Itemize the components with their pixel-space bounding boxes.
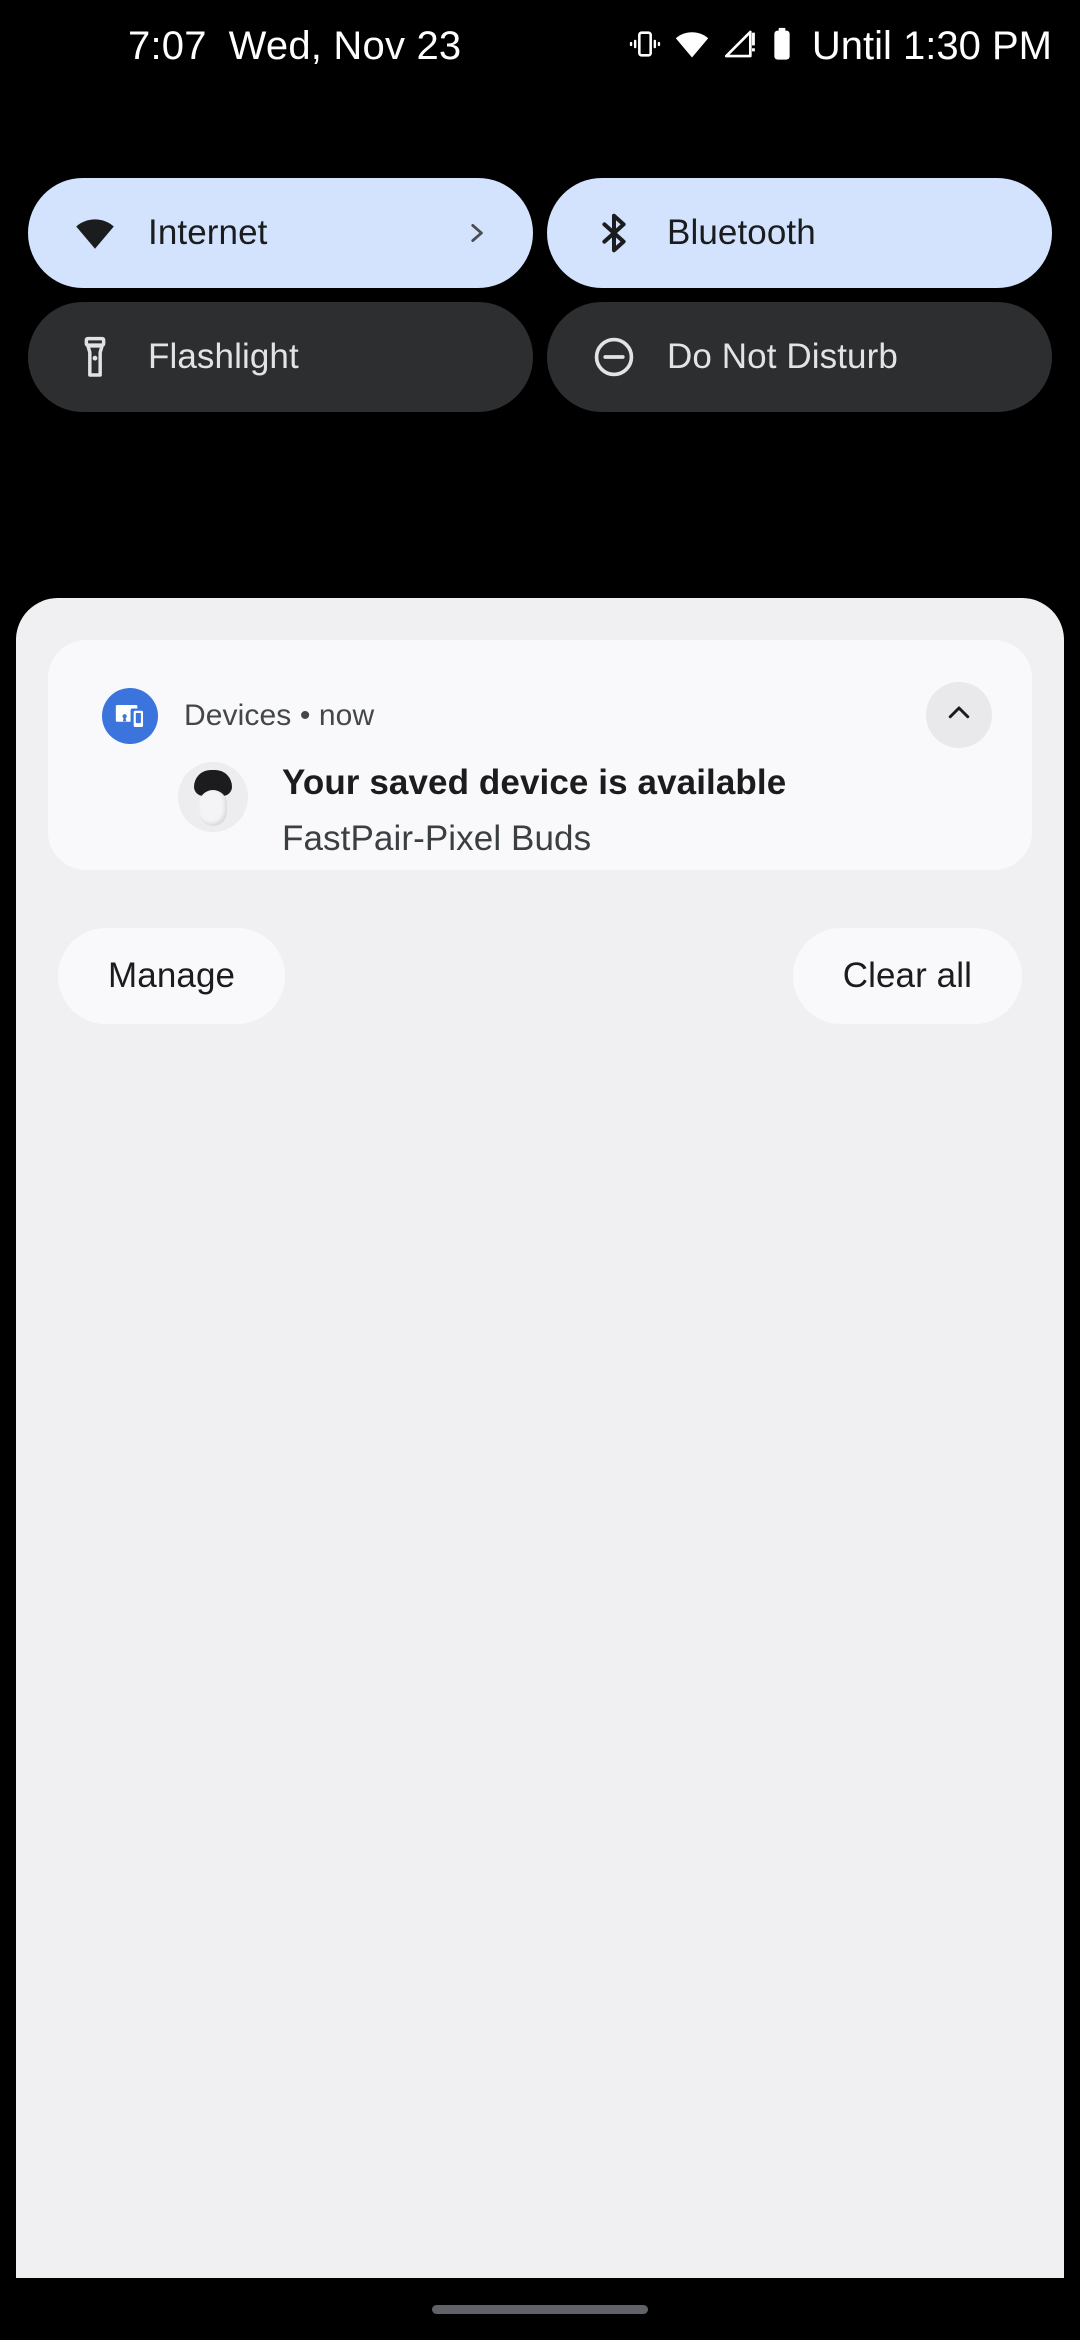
- notification-content: Your saved device is available FastPair-…: [178, 762, 786, 860]
- mobile-signal-alert-icon: [722, 27, 756, 66]
- notification-time: now: [318, 699, 375, 732]
- status-bar-right: Until 1:30 PM: [628, 24, 1052, 69]
- chevron-up-icon: [944, 698, 974, 733]
- qs-tile-label: Do Not Disturb: [667, 337, 898, 376]
- qs-tile-internet[interactable]: Internet: [28, 178, 533, 288]
- devices-icon: [102, 688, 158, 744]
- dnd-icon: [591, 334, 637, 380]
- clear-all-button[interactable]: Clear all: [792, 928, 1022, 1024]
- qs-tile-flashlight[interactable]: Flashlight: [28, 302, 533, 412]
- battery-status-text: Until 1:30 PM: [811, 23, 1052, 68]
- qs-tile-label: Flashlight: [148, 337, 299, 376]
- status-bar: 7:07 Wed, Nov 23 Until 1:30 PM: [0, 0, 1080, 92]
- notification-source-line: Devices • now: [184, 699, 374, 733]
- chevron-right-icon[interactable]: [463, 220, 489, 246]
- wifi-icon: [72, 210, 118, 256]
- notification-header: Devices • now: [102, 688, 374, 744]
- wifi-icon: [674, 26, 710, 67]
- notification-card[interactable]: Devices • now Your saved device is avail…: [48, 640, 1032, 870]
- status-bar-left: 7:07 Wed, Nov 23: [128, 24, 461, 69]
- flashlight-icon: [72, 334, 118, 380]
- status-time: 7:07: [128, 23, 207, 68]
- notification-collapse-button[interactable]: [926, 682, 992, 748]
- qs-tile-bluetooth[interactable]: Bluetooth: [547, 178, 1052, 288]
- notification-separator: •: [299, 699, 311, 732]
- qs-tile-label: Internet: [148, 213, 268, 252]
- battery-icon: [768, 27, 796, 66]
- phone-screen: 7:07 Wed, Nov 23 Until 1:30 PM Internet …: [0, 0, 1080, 2340]
- qs-tile-label: Bluetooth: [667, 213, 816, 252]
- manage-button[interactable]: Manage: [58, 928, 286, 1024]
- quick-settings-panel: Internet Bluetooth Flashlight Do Not Dis…: [0, 178, 1080, 426]
- quick-settings-row-1: Internet Bluetooth: [0, 178, 1080, 288]
- status-date: Wed, Nov 23: [228, 23, 462, 68]
- qs-tile-do-not-disturb[interactable]: Do Not Disturb: [547, 302, 1052, 412]
- vibrate-icon: [628, 27, 662, 66]
- shade-action-row: Manage Clear all: [16, 928, 1064, 1024]
- notification-shade: Devices • now Your saved device is avail…: [16, 598, 1064, 2278]
- bluetooth-icon: [591, 210, 637, 256]
- notification-app-name: Devices: [184, 699, 292, 732]
- navigation-bar: [0, 2278, 1080, 2340]
- notification-subtitle: FastPair-Pixel Buds: [282, 819, 592, 858]
- notification-text-block: Your saved device is available FastPair-…: [282, 762, 786, 860]
- pixel-buds-image: [178, 762, 248, 832]
- quick-settings-row-2: Flashlight Do Not Disturb: [0, 302, 1080, 412]
- notification-title: Your saved device is available: [282, 763, 787, 802]
- home-gesture-bar[interactable]: [432, 2304, 648, 2314]
